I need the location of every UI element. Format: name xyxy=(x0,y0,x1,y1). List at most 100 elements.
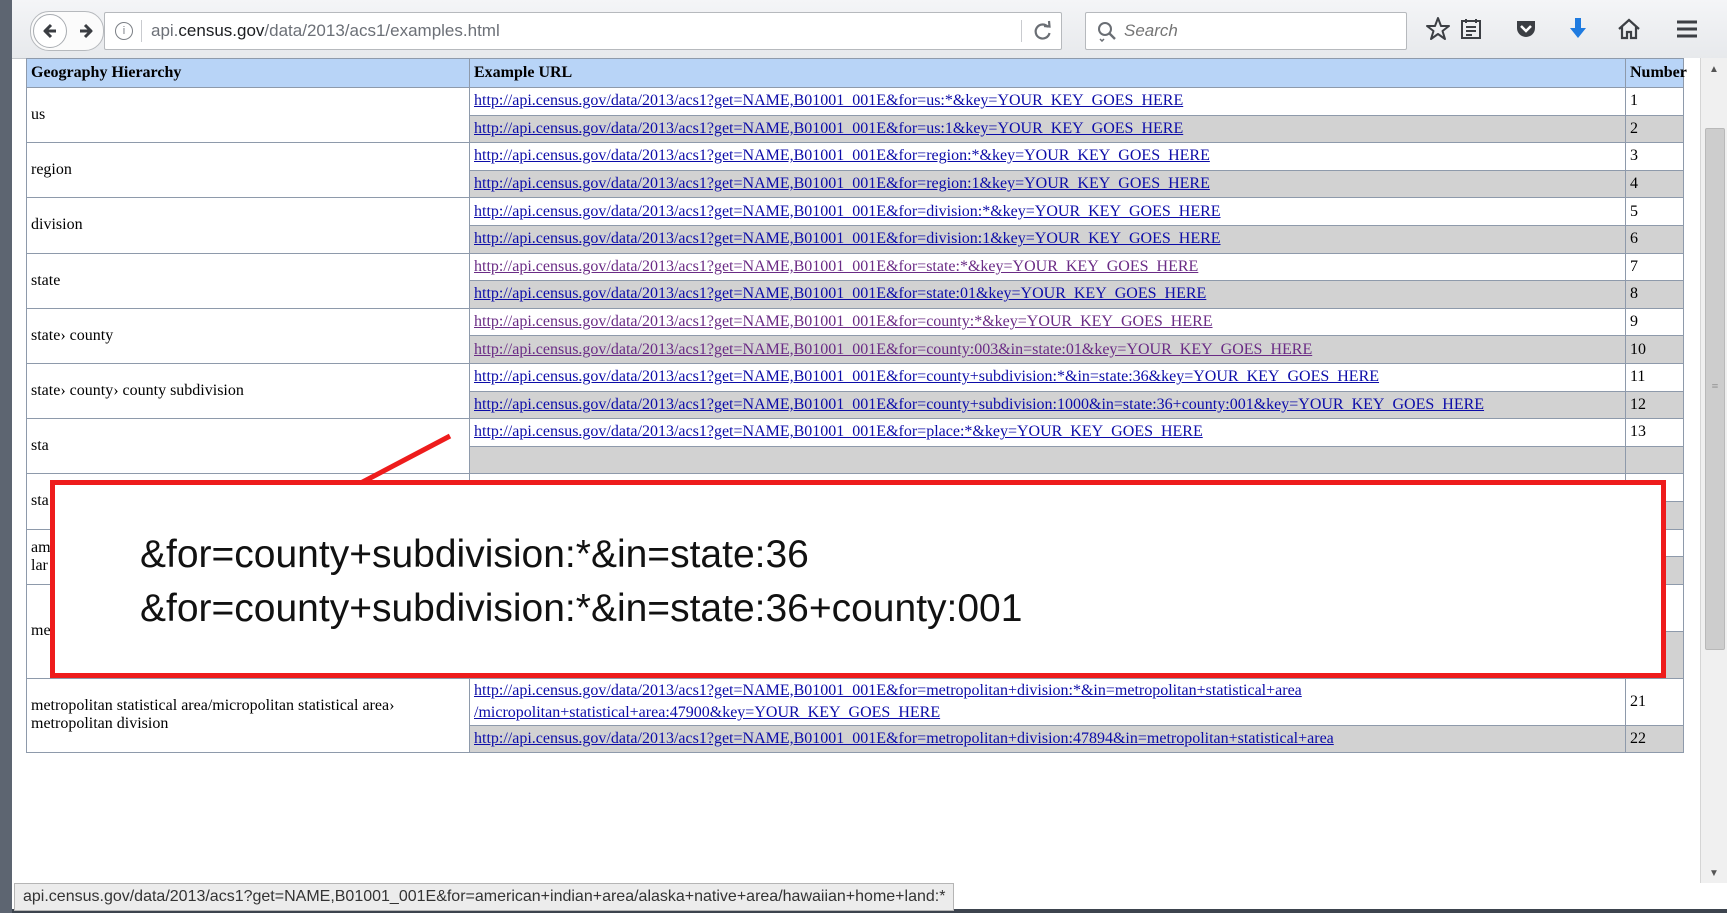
row-number-cell: 6 xyxy=(1625,224,1684,254)
example-url-link[interactable]: http://api.census.gov/data/2013/acs1?get… xyxy=(474,203,1221,220)
row-number-cell: 5 xyxy=(1625,197,1684,226)
reload-separator xyxy=(1021,20,1022,42)
row-number-cell: 13 xyxy=(1625,418,1684,447)
example-url-cell: http://api.census.gov/data/2013/acs1?get… xyxy=(469,307,1626,337)
geography-hierarchy-cell: state xyxy=(26,252,470,309)
menu-hamburger-icon[interactable] xyxy=(1672,14,1702,44)
scroll-up-arrow-icon[interactable]: ▲ xyxy=(1709,64,1719,75)
row-number-cell: 22 xyxy=(1625,724,1684,754)
example-url-link[interactable]: http://api.census.gov/data/2013/acs1?get… xyxy=(474,120,1183,137)
table-row: metropolitan statistical area/micropolit… xyxy=(26,677,1684,754)
example-url-link[interactable]: http://api.census.gov/data/2013/acs1?get… xyxy=(474,341,1312,358)
example-url-link[interactable]: http://api.census.gov/data/2013/acs1?get… xyxy=(474,92,1183,109)
scrollbar-thumb[interactable]: ≡ xyxy=(1705,128,1725,650)
example-url-link[interactable]: http://api.census.gov/data/2013/acs1?get… xyxy=(474,175,1210,192)
url-host-domain: census.gov xyxy=(178,21,265,40)
example-url-cell: http://api.census.gov/data/2013/acs1?get… xyxy=(469,169,1626,199)
scroll-grip-icon: ≡ xyxy=(1711,379,1719,393)
example-url-link[interactable]: http://api.census.gov/data/2013/acs1?get… xyxy=(474,285,1206,302)
geography-hierarchy-cell: sta xyxy=(26,418,470,475)
reading-list-icon[interactable] xyxy=(1456,14,1486,44)
header-geography-hierarchy: Geography Hierarchy xyxy=(26,58,470,88)
bookmark-star-icon[interactable] xyxy=(1423,14,1453,44)
example-url-link[interactable]: http://api.census.gov/data/2013/acs1?get… xyxy=(474,423,1203,440)
example-url-cell: http://api.census.gov/data/2013/acs1?get… xyxy=(469,224,1626,254)
example-url-cell: http://api.census.gov/data/2013/acs1?get… xyxy=(469,418,1626,447)
row-number-cell: 12 xyxy=(1625,390,1684,420)
geography-hierarchy-cell: state› county› county subdivision xyxy=(26,362,470,420)
vertical-scrollbar[interactable]: ▲ ≡ ▼ xyxy=(1700,58,1727,883)
example-url-link[interactable]: http://api.census.gov/data/2013/acs1?get… xyxy=(474,313,1213,330)
geography-hierarchy-cell: us xyxy=(26,86,470,144)
home-icon[interactable] xyxy=(1614,14,1644,44)
example-url-cell: http://api.census.gov/data/2013/acs1?get… xyxy=(469,252,1626,282)
example-url-cell: http://api.census.gov/data/2013/acs1?get… xyxy=(469,114,1626,144)
url-path: /data/2013/acs1/examples.html xyxy=(264,21,500,40)
example-url-link[interactable]: http://api.census.gov/data/2013/acs1?get… xyxy=(474,147,1210,164)
row-number-cell: 11 xyxy=(1625,362,1684,392)
window-left-edge xyxy=(0,0,12,913)
example-url-link[interactable]: http://api.census.gov/data/2013/acs1?get… xyxy=(474,396,1484,413)
example-url-link[interactable]: http://api.census.gov/data/2013/acs1?get… xyxy=(474,230,1221,247)
example-url-link[interactable]: http://api.census.gov/data/2013/acs1?get… xyxy=(474,730,1334,747)
example-url-link[interactable]: http://api.census.gov/data/2013/acs1?get… xyxy=(474,682,1302,721)
callout-box: &for=county+subdivision:*&in=state:36 &f… xyxy=(50,480,1666,678)
forward-arrow-icon xyxy=(80,23,93,39)
pocket-icon[interactable] xyxy=(1511,14,1541,44)
row-number-cell: 4 xyxy=(1625,169,1684,199)
back-button[interactable] xyxy=(33,14,67,48)
geography-hierarchy-cell: division xyxy=(26,197,470,254)
row-number-cell: 2 xyxy=(1625,114,1684,144)
search-input[interactable] xyxy=(1122,15,1396,47)
example-url-cell: http://api.census.gov/data/2013/acs1?get… xyxy=(469,87,1626,116)
row-number-cell: 9 xyxy=(1625,307,1684,337)
example-url-cell: http://api.census.gov/data/2013/acs1?get… xyxy=(469,362,1626,392)
table-row: state› county http://api.census.gov/data/… xyxy=(26,307,1684,364)
table-row: sta http://api.census.gov/data/2013/acs1?… xyxy=(26,418,1684,475)
row-number-cell: 8 xyxy=(1625,280,1684,309)
row-number-cell: 21 xyxy=(1625,677,1684,726)
url-text[interactable]: api.census.gov/data/2013/acs1/examples.h… xyxy=(151,21,500,41)
row-number-cell: 1 xyxy=(1625,87,1684,116)
geography-hierarchy-cell: metropolitan statistical area/micropolit… xyxy=(26,677,470,754)
callout-line-2: &for=county+subdivision:*&in=state:36+co… xyxy=(140,587,1023,630)
header-example-url: Example URL xyxy=(469,58,1626,88)
table-row: region http://api.census.gov/data/2013/ac… xyxy=(26,142,1684,199)
table-row: division http://api.census.gov/data/2013/… xyxy=(26,197,1684,254)
table-row: us http://api.census.gov/data/2013/acs1?g… xyxy=(26,86,1684,144)
search-icon xyxy=(1098,22,1116,42)
download-arrow-icon[interactable] xyxy=(1563,14,1593,44)
nav-buttons xyxy=(30,11,104,51)
forward-button[interactable] xyxy=(71,14,101,48)
geography-hierarchy-cell: state› county xyxy=(26,307,470,364)
page-content: Geography Hierarchy Example URL Number u… xyxy=(26,58,1700,883)
row-number-cell: 10 xyxy=(1625,335,1684,364)
example-url-cell: http://api.census.gov/data/2013/acs1?get… xyxy=(469,335,1626,364)
example-url-cell: http://api.census.gov/data/2013/acs1?get… xyxy=(469,280,1626,309)
address-bar[interactable]: i api.census.gov/data/2013/acs1/examples… xyxy=(104,12,1062,50)
example-url-cell: http://api.census.gov/data/2013/acs1?get… xyxy=(469,724,1626,754)
example-url-cell: http://api.census.gov/data/2013/acs1?get… xyxy=(469,677,1626,726)
browser-toolbar: i api.census.gov/data/2013/acs1/examples… xyxy=(0,0,1727,59)
geography-hierarchy-cell: region xyxy=(26,142,470,199)
table-row: state http://api.census.gov/data/2013/acs… xyxy=(26,252,1684,309)
back-arrow-icon xyxy=(43,23,56,39)
scroll-down-arrow-icon[interactable]: ▼ xyxy=(1709,868,1719,879)
row-number-cell xyxy=(1625,445,1684,475)
info-icon[interactable]: i xyxy=(115,22,133,40)
row-number-cell: 3 xyxy=(1625,142,1684,171)
example-url-cell: http://api.census.gov/data/2013/acs1?get… xyxy=(469,390,1626,420)
reload-icon[interactable] xyxy=(1031,19,1055,43)
row-number-cell: 7 xyxy=(1625,252,1684,282)
table-header-row: Geography Hierarchy Example URL Number xyxy=(26,58,1687,88)
callout-line-1: &for=county+subdivision:*&in=state:36 xyxy=(140,533,809,576)
example-url-cell xyxy=(469,445,1626,475)
search-bar[interactable] xyxy=(1085,12,1407,50)
url-separator xyxy=(141,20,142,42)
example-url-link[interactable]: http://api.census.gov/data/2013/acs1?get… xyxy=(474,368,1379,385)
url-host-prefix: api. xyxy=(151,21,179,40)
example-url-link[interactable]: http://api.census.gov/data/2013/acs1?get… xyxy=(474,258,1198,275)
example-url-cell: http://api.census.gov/data/2013/acs1?get… xyxy=(469,142,1626,171)
table-row: state› county› county subdivision http://… xyxy=(26,362,1684,420)
header-number: Number xyxy=(1625,58,1687,88)
